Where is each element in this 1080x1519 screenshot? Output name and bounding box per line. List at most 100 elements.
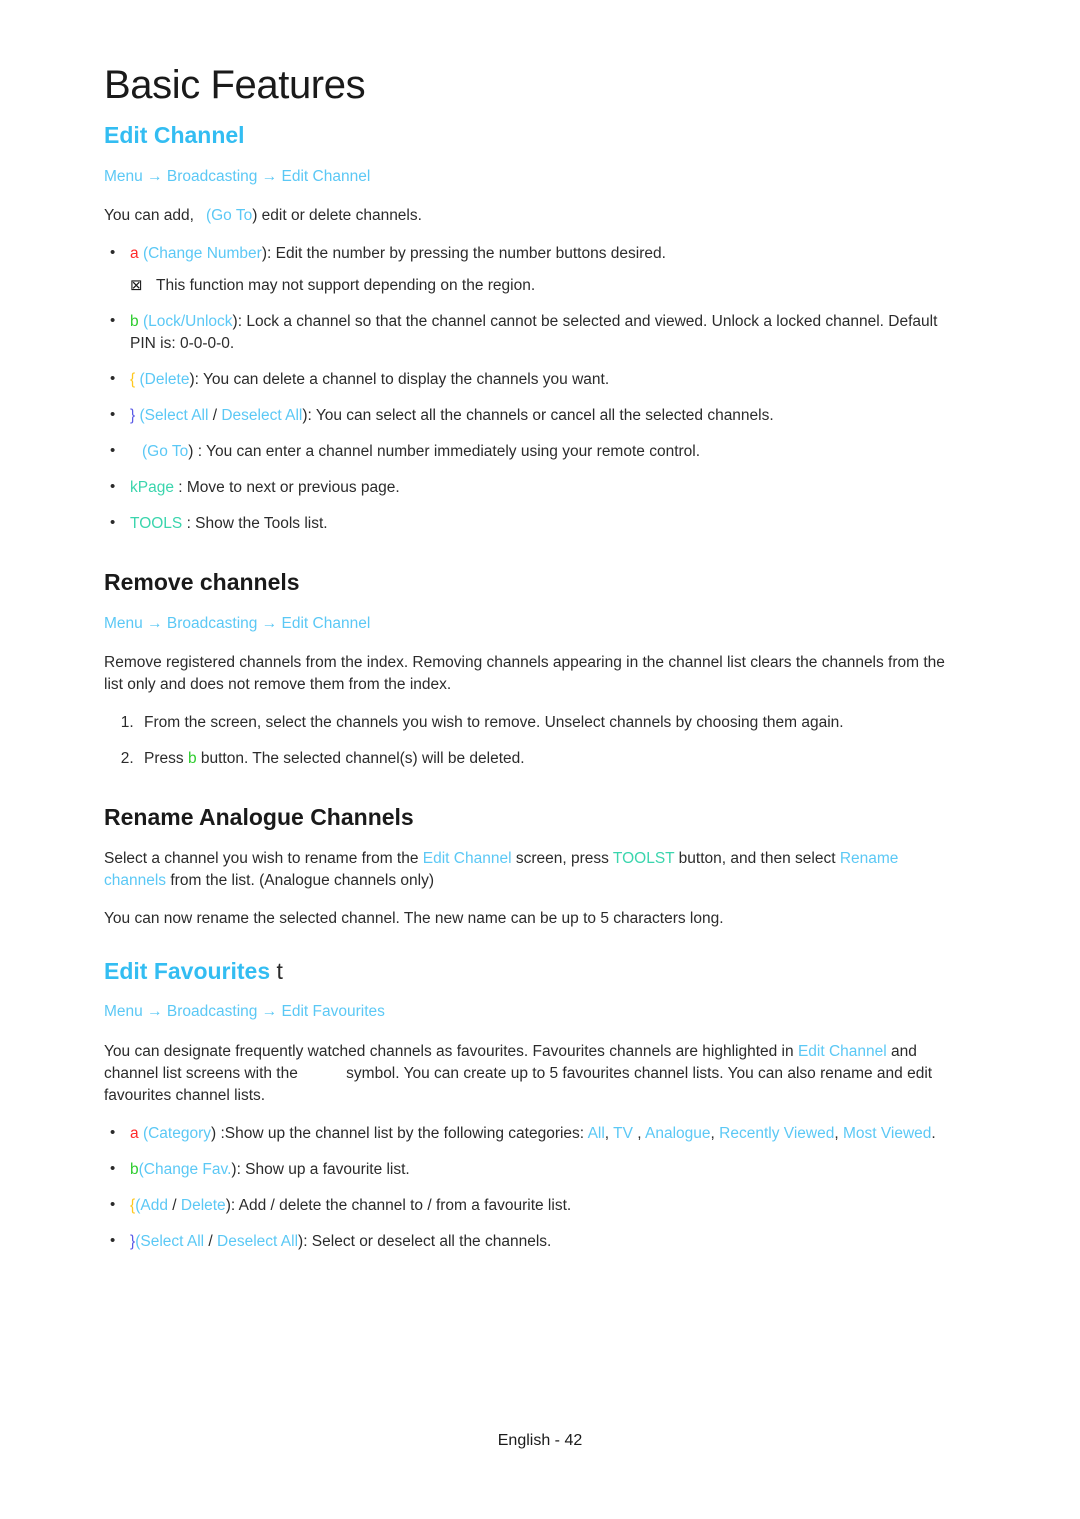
item-text: :Show up the channel list by the followi… [216,1124,588,1142]
page-title: Basic Features [104,63,366,107]
breadcrumb-menu: Menu [104,167,143,185]
item-text: ): You can select all the channels or ca… [302,407,774,425]
token-change-number: Change Number [148,245,262,263]
breadcrumb-edit-favourites: Menu → Broadcasting → Edit Favourites [104,1001,960,1023]
note-text: This function may not support depending … [156,277,536,295]
item-text: ): You can delete a channel to display t… [189,371,610,389]
list-item: {(Add / Delete): Add / delete the channe… [104,1194,960,1217]
note-region-support: ⊠ This function may not support dependin… [130,275,960,297]
section-heading-remove-channels: Remove channels [104,569,300,596]
edit-channel-bullet-list-2: b (Lock/Unlock): Lock a channel so that … [104,310,960,535]
breadcrumb-edit-channel: Menu → Broadcasting → Edit Channel [104,166,960,188]
heading-text: Edit Favourites [104,957,271,984]
link-edit-channel: Edit Channel [422,849,512,867]
list-item: From the screen, select the channels you… [138,712,960,734]
colour-key-indigo: } [130,407,136,425]
token-change-fav: Change Fav. [143,1160,232,1178]
list-item: }(Select All / Deselect All): Select or … [104,1230,960,1253]
breadcrumb-arrow-icon: → [261,1003,278,1021]
rename-analogue-para2: You can now rename the selected channel.… [104,909,724,927]
breadcrumb-arrow-icon: → [147,614,163,632]
colour-key-red: a [130,1124,139,1142]
breadcrumb-arrow-icon: → [261,167,278,185]
step-pre: Press [144,750,188,768]
token-tools: TOOLST [612,849,675,867]
comma: , [637,1124,646,1142]
token-select-all: Select All [140,1232,205,1250]
colour-key-green: b [187,750,197,768]
token-tools: TOOLS [130,515,183,533]
section-heading-rename-analogue: Rename Analogue Channels [104,804,414,831]
item-text: ): Select or deselect all the channels. [298,1232,552,1250]
token-kpage: kPage [130,479,174,497]
para-part-c: button, and then select [674,849,840,867]
edit-channel-intro: You can add, (Go To) edit or delete chann… [104,205,960,227]
breadcrumb-remove-channels: Menu → Broadcasting → Edit Channel [104,613,960,635]
token-deselect-all: Deselect All [221,407,303,425]
list-item: a (Change Number): Edit the number by pr… [104,242,960,265]
item-text: ): Edit the number by pressing the numbe… [261,245,666,263]
token-category: Category [148,1124,212,1142]
breadcrumb-arrow-icon: → [147,1003,163,1021]
item-text: : Move to next or previous page. [173,479,400,497]
breadcrumb-broadcasting: Broadcasting [166,167,258,185]
edit-channel-bullet-list: a (Change Number): Edit the number by pr… [104,242,960,265]
token-separator: / [208,407,222,425]
comma: , [834,1124,843,1142]
list-item: } (Select All / Deselect All): You can s… [104,404,960,427]
item-text: ) : You can enter a channel number immed… [188,443,701,461]
list-item: (Go To) : You can enter a channel number… [104,440,960,463]
list-item: kPage : Move to next or previous page. [104,476,960,499]
remove-channels-body: Remove registered channels from the inde… [104,654,945,694]
section-heading-edit-channel: Edit Channel [104,122,245,148]
token-separator: / [204,1232,218,1250]
edit-favourites-body: You can designate frequently watched cha… [104,1041,960,1107]
rename-analogue-para1: Select a channel you wish to rename from… [104,848,960,892]
colour-key-yellow: { [130,371,136,389]
colour-key-green: b [130,313,139,331]
edit-favourites-bullet-list: a (Category) :Show up the channel list b… [104,1122,960,1253]
token-lock-unlock: Lock/Unlock [148,313,233,331]
category-tv: TV [613,1124,638,1142]
breadcrumb-menu: Menu [104,614,143,632]
item-text: ): Lock a channel so that the channel ca… [130,313,938,353]
breadcrumb-arrow-icon: → [147,167,163,185]
token-separator: / [167,1196,181,1214]
item-text: ): Show up a favourite list. [231,1160,410,1178]
link-edit-channel: Edit Channel [797,1042,887,1060]
item-text: : Show the Tools list. [182,515,328,533]
breadcrumb-arrow-icon: → [261,614,278,632]
breadcrumb-target: Edit Channel [281,614,371,632]
comma: , [604,1124,614,1142]
goto-token: Go To [211,207,253,225]
category-analogue: Analogue [645,1124,711,1142]
page-content: Basic Features Edit Channel Menu → Broad… [104,62,960,1267]
remove-channels-steps: From the screen, select the channels you… [104,712,960,770]
page-footer: English - 42 [497,1432,583,1449]
section-heading-edit-favourites: Edit Favourites t [104,958,960,986]
missing-glyph-box-icon: ⊠ [130,276,143,295]
category-all: All [587,1124,605,1142]
list-item: b(Change Fav.): Show up a favourite list… [104,1158,960,1181]
para-part-a: You can designate frequently watched cha… [104,1042,798,1060]
list-item: b (Lock/Unlock): Lock a channel so that … [104,310,960,355]
intro-post: ) edit or delete channels. [252,207,422,225]
category-recently-viewed: Recently Viewed [719,1124,835,1142]
token-add: Add [140,1196,168,1214]
missing-glyph-suffix-icon: t [276,957,283,984]
step-post: button. The selected channel(s) will be … [196,750,525,768]
list-item: { (Delete): You can delete a channel to … [104,368,960,391]
intro-pre: You can add, [104,207,194,225]
breadcrumb-broadcasting: Broadcasting [166,614,258,632]
list-item: Press b button. The selected channel(s) … [138,748,960,770]
list-item: TOOLS : Show the Tools list. [104,512,960,535]
category-most-viewed: Most Viewed [842,1124,932,1142]
tail-period: . [931,1124,936,1142]
breadcrumb-menu: Menu [104,1003,143,1021]
document-page: Basic Features Edit Channel Menu → Broad… [0,0,1080,1519]
breadcrumb-broadcasting: Broadcasting [166,1003,258,1021]
para-part-d: from the list. (Analogue channels only) [166,871,434,889]
